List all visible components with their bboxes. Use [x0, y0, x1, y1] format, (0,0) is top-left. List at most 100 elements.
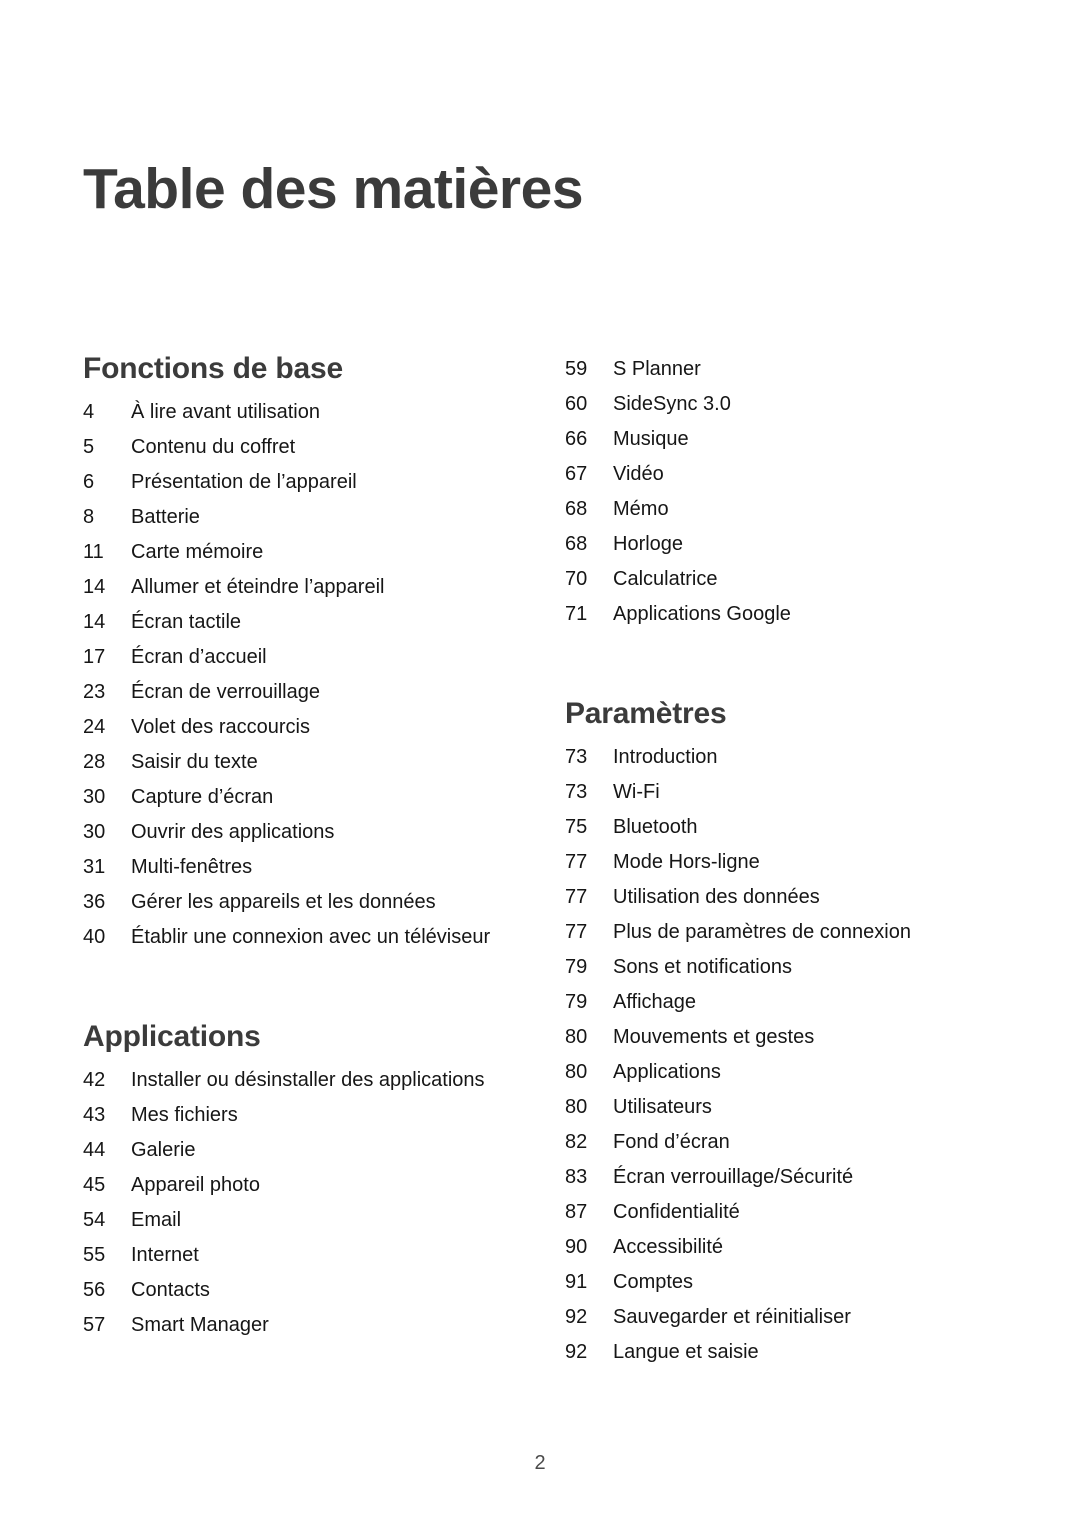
toc-entry-page-number: 80 [565, 1026, 588, 1048]
toc-entry-page-number: 79 [565, 956, 588, 978]
toc-entry-label: Internet [131, 1244, 199, 1266]
toc-entry[interactable]: 68 Mémo [565, 492, 985, 527]
toc-entry[interactable]: 23 Écran de verrouillage [83, 675, 523, 710]
toc-entry-page-number: 54 [83, 1209, 106, 1231]
toc-entry-label: Mode Hors-ligne [613, 851, 760, 873]
toc-entry-label: Fond d’écran [613, 1131, 730, 1153]
toc-entry-label: À lire avant utilisation [131, 401, 320, 423]
toc-entry[interactable]: 4 À lire avant utilisation [83, 395, 523, 430]
toc-entry[interactable]: 75 Bluetooth [565, 810, 985, 845]
toc-entry[interactable]: 17 Écran d’accueil [83, 640, 523, 675]
toc-entry[interactable]: 73 Wi-Fi [565, 775, 985, 810]
toc-entry-label: Ouvrir des applications [131, 821, 335, 843]
toc-entry[interactable]: 91 Comptes [565, 1265, 985, 1300]
toc-entry-page-number: 91 [565, 1271, 588, 1293]
toc-entry-label: Contacts [131, 1279, 210, 1301]
toc-entry[interactable]: 42 Installer ou désinstaller des applicat… [83, 1063, 523, 1098]
toc-entry-label: S Planner [613, 358, 701, 380]
toc-entry-label: Batterie [131, 506, 200, 528]
toc-entry[interactable]: 36 Gérer les appareils et les données [83, 885, 523, 920]
toc-entry-label: Affichage [613, 991, 697, 1013]
toc-entry-label: Volet des raccourcis [131, 716, 310, 738]
toc-entry-page-number: 87 [565, 1201, 588, 1223]
toc-entry[interactable]: 79 Sons et notifications [565, 950, 985, 985]
toc-entry[interactable]: 56 Contacts [83, 1273, 523, 1308]
toc-entry-page-number: 8 [83, 506, 95, 528]
toc-section: Fonctions de base 4 À lire avant utilisati… [83, 352, 523, 955]
toc-entry-page-number: 24 [83, 716, 106, 738]
toc-entry[interactable]: 31 Multi-fenêtres [83, 850, 523, 885]
toc-entry[interactable]: 71 Applications Google [565, 597, 985, 632]
toc-entry[interactable]: 11 Carte mémoire [83, 535, 523, 570]
toc-entry-label: Contenu du coffret [131, 436, 296, 458]
toc-entry-label: Mes fichiers [131, 1104, 238, 1126]
toc-entry[interactable]: 90 Accessibilité [565, 1230, 985, 1265]
toc-entry[interactable]: 54 Email [83, 1203, 523, 1238]
toc-entry[interactable]: 92 Sauvegarder et réinitialiser [565, 1300, 985, 1335]
toc-entry-page-number: 6 [83, 471, 95, 493]
toc-entry[interactable]: 73 Introduction [565, 740, 985, 775]
toc-entry-label: Vidéo [613, 463, 664, 485]
toc-list: 73 Introduction 73 Wi-Fi 75 Bluetooth 77 Mode H… [565, 740, 985, 1370]
page-title: Table des matières [83, 157, 584, 222]
toc-entry-page-number: 28 [83, 751, 106, 773]
toc-entry-label: Bluetooth [613, 816, 698, 838]
toc-list: 42 Installer ou désinstaller des applicat… [83, 1063, 523, 1343]
toc-entry[interactable]: 30 Ouvrir des applications [83, 815, 523, 850]
toc-entry-page-number: 82 [565, 1131, 588, 1153]
toc-entry[interactable]: 40 Établir une connexion avec un télévise… [83, 920, 523, 955]
toc-entry[interactable]: 92 Langue et saisie [565, 1335, 985, 1370]
toc-entry[interactable]: 8 Batterie [83, 500, 523, 535]
toc-entry-label: Gérer les appareils et les données [131, 891, 436, 913]
toc-section: 59 S Planner 60 SideSync 3.0 66 Musique 67 Vidé… [565, 352, 985, 632]
toc-entry[interactable]: 59 S Planner [565, 352, 985, 387]
toc-entry[interactable]: 83 Écran verrouillage/Sécurité [565, 1160, 985, 1195]
toc-entry[interactable]: 57 Smart Manager [83, 1308, 523, 1343]
toc-entry-page-number: 68 [565, 533, 588, 555]
toc-entry[interactable]: 80 Utilisateurs [565, 1090, 985, 1125]
toc-entry[interactable]: 43 Mes fichiers [83, 1098, 523, 1133]
toc-entry-label: Comptes [613, 1271, 694, 1293]
toc-entry[interactable]: 77 Plus de paramètres de connexion [565, 915, 985, 950]
toc-entry[interactable]: 77 Mode Hors-ligne [565, 845, 985, 880]
toc-entry-page-number: 30 [83, 821, 106, 843]
toc-entry-label: Smart Manager [131, 1314, 269, 1336]
toc-entry[interactable]: 5 Contenu du coffret [83, 430, 523, 465]
toc-entry-page-number: 80 [565, 1096, 588, 1118]
toc-entry[interactable]: 14 Allumer et éteindre l’appareil [83, 570, 523, 605]
toc-entry-page-number: 14 [83, 611, 106, 633]
toc-entry[interactable]: 87 Confidentialité [565, 1195, 985, 1230]
toc-entry-label: Introduction [613, 746, 718, 768]
toc-entry-label: Capture d’écran [131, 786, 274, 808]
toc-entry-page-number: 31 [83, 856, 106, 878]
toc-entry-page-number: 14 [83, 576, 106, 598]
toc-entry[interactable]: 68 Horloge [565, 527, 985, 562]
toc-entry-page-number: 77 [565, 886, 588, 908]
toc-entry-page-number: 42 [83, 1069, 106, 1091]
toc-entry-label: Mémo [613, 498, 669, 520]
toc-entry-page-number: 57 [83, 1314, 106, 1336]
toc-entry[interactable]: 70 Calculatrice [565, 562, 985, 597]
toc-entry[interactable]: 82 Fond d’écran [565, 1125, 985, 1160]
toc-entry[interactable]: 14 Écran tactile [83, 605, 523, 640]
toc-entry[interactable]: 80 Mouvements et gestes [565, 1020, 985, 1055]
toc-entry[interactable]: 80 Applications [565, 1055, 985, 1090]
toc-entry[interactable]: 28 Saisir du texte [83, 745, 523, 780]
toc-entry[interactable]: 79 Affichage [565, 985, 985, 1020]
toc-entry[interactable]: 66 Musique [565, 422, 985, 457]
toc-entry-page-number: 23 [83, 681, 106, 703]
toc-entry[interactable]: 24 Volet des raccourcis [83, 710, 523, 745]
toc-entry-label: Utilisateurs [613, 1096, 712, 1118]
toc-entry-label: Multi-fenêtres [131, 856, 253, 878]
toc-entry[interactable]: 55 Internet [83, 1238, 523, 1273]
toc-entry[interactable]: 67 Vidéo [565, 457, 985, 492]
toc-entry[interactable]: 45 Appareil photo [83, 1168, 523, 1203]
toc-entry[interactable]: 77 Utilisation des données [565, 880, 985, 915]
toc-entry[interactable]: 44 Galerie [83, 1133, 523, 1168]
toc-entry[interactable]: 60 SideSync 3.0 [565, 387, 985, 422]
page-folio: 2 [534, 1452, 546, 1474]
toc-column-right: 59 S Planner 60 SideSync 3.0 66 Musique 67 Vidé… [565, 352, 985, 1370]
toc-entry[interactable]: 6 Présentation de l’appareil [83, 465, 523, 500]
toc-entry[interactable]: 30 Capture d’écran [83, 780, 523, 815]
toc-entry-label: Utilisation des données [613, 886, 820, 908]
